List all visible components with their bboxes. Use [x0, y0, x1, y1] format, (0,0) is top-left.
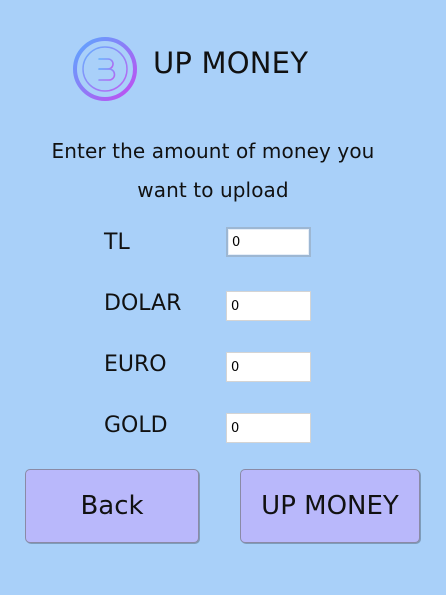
instruction-line-1: Enter the amount of money you [51, 139, 375, 163]
upload-instruction: Enter the amount of money you want to up… [40, 132, 386, 210]
dolar-label: DOLAR [104, 291, 182, 316]
gold-label: GOLD [104, 413, 168, 438]
bitcoin-coin-icon [73, 37, 137, 101]
tl-label: TL [104, 230, 130, 255]
up-money-button[interactable]: UP MONEY [240, 469, 420, 543]
gold-amount-input[interactable] [226, 413, 311, 443]
back-button[interactable]: Back [25, 469, 199, 543]
tl-amount-input[interactable] [226, 227, 311, 257]
instruction-line-2: want to upload [137, 178, 289, 202]
euro-amount-input[interactable] [226, 352, 311, 382]
bitcoin-logo-icon [72, 36, 138, 102]
dolar-amount-input[interactable] [226, 291, 311, 321]
euro-label: EURO [104, 352, 167, 377]
page-title: UP MONEY [153, 46, 309, 80]
